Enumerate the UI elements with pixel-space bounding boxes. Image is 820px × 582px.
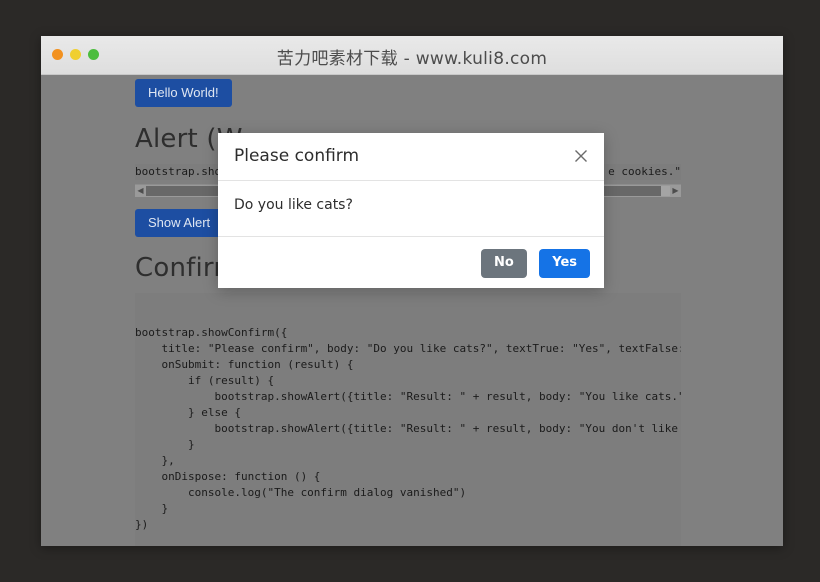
- browser-window: 苦力吧素材下载 - www.kuli8.com Hello World! Ale…: [41, 36, 783, 546]
- modal-header: Please confirm: [218, 133, 604, 181]
- confirm-code-block: bootstrap.showConfirm({ title: "Please c…: [135, 293, 681, 546]
- modal-footer: No Yes: [218, 237, 604, 288]
- modal-body: Do you like cats?: [218, 181, 604, 237]
- modal-body-text: Do you like cats?: [234, 197, 353, 213]
- scroll-right-arrow-icon[interactable]: ▶: [670, 185, 681, 197]
- alert-code-tail: e cookies.": [608, 165, 681, 178]
- modal-title: Please confirm: [234, 146, 360, 166]
- window-title: 苦力吧素材下载 - www.kuli8.com: [276, 49, 548, 69]
- confirm-code-text: bootstrap.showConfirm({ title: "Please c…: [135, 326, 681, 531]
- hello-world-button[interactable]: Hello World!: [135, 79, 232, 107]
- window-titlebar: 苦力吧素材下载 - www.kuli8.com: [41, 36, 783, 75]
- alert-code-head: bootstrap.show: [135, 165, 228, 178]
- modal-yes-button[interactable]: Yes: [539, 249, 590, 278]
- modal-no-button[interactable]: No: [480, 249, 527, 278]
- show-alert-button[interactable]: Show Alert: [135, 209, 224, 237]
- close-icon[interactable]: [571, 146, 591, 166]
- scroll-left-arrow-icon[interactable]: ◀: [135, 185, 146, 197]
- page-backdrop[interactable]: Hello World! Alert (W bootstrap.show e c…: [41, 75, 783, 546]
- confirm-modal-dialog: Please confirm Do you like cats? No Yes: [218, 133, 604, 288]
